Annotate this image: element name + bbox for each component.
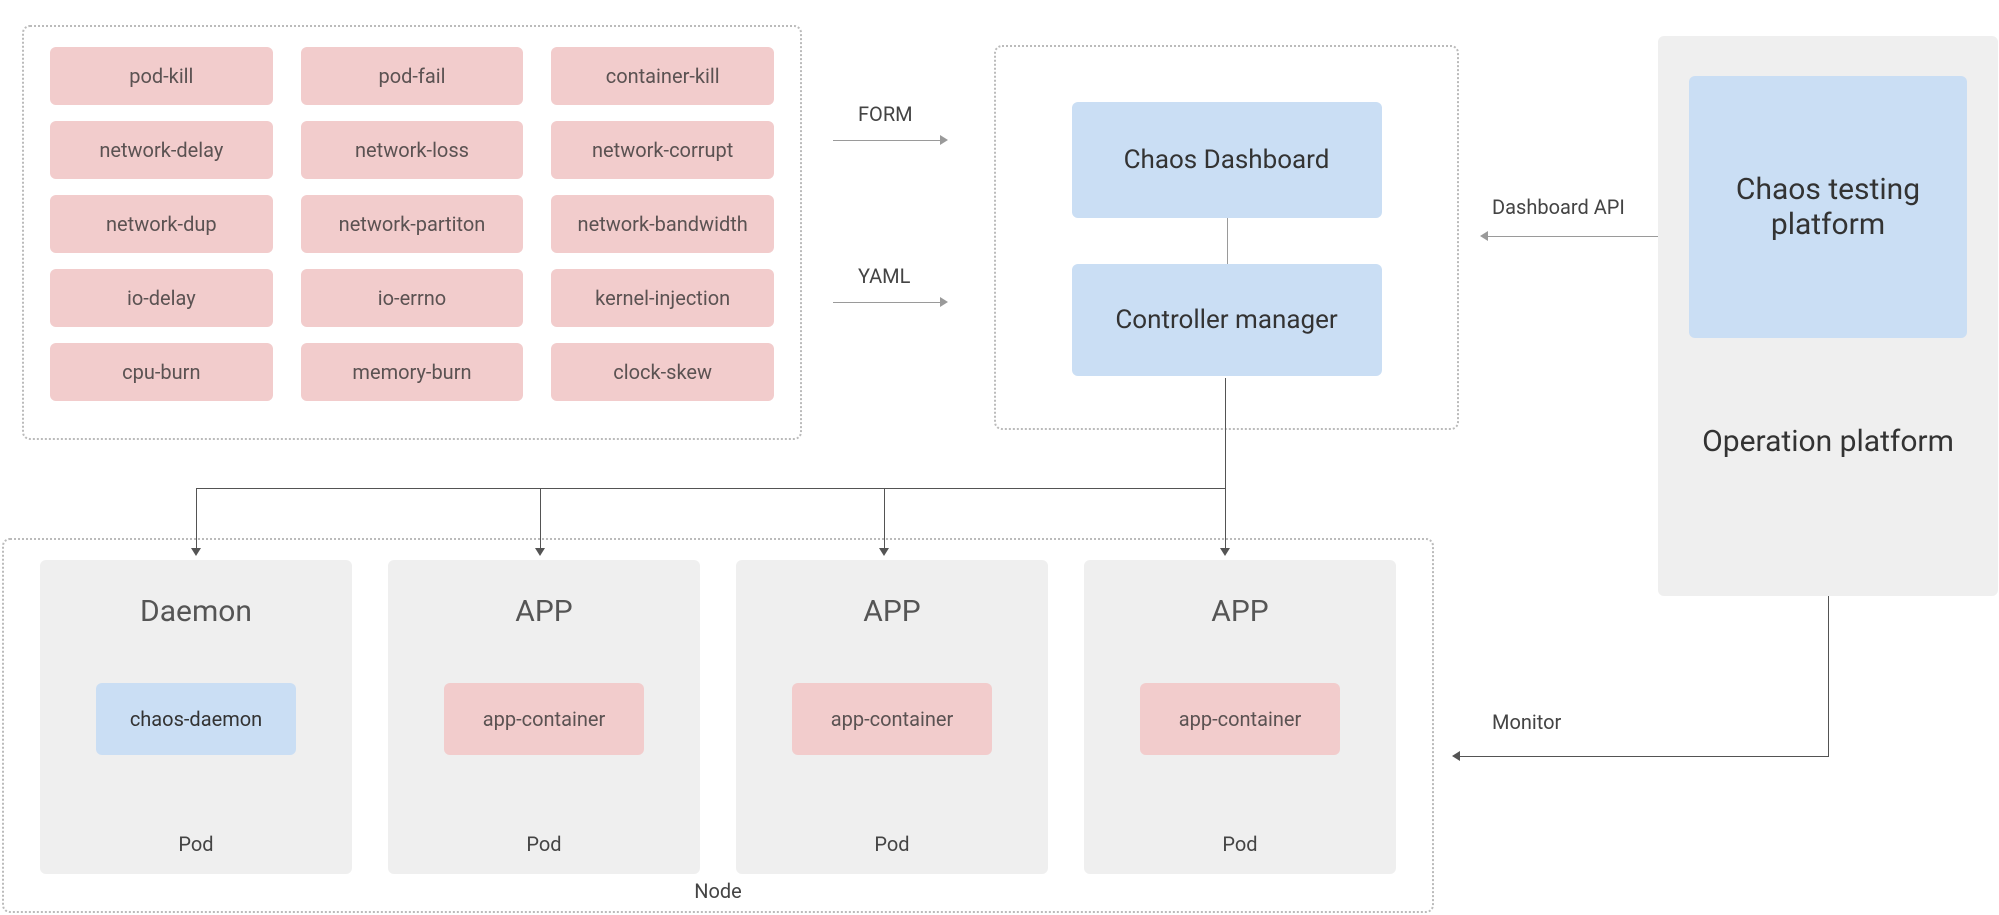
line-bus [196,488,1226,489]
pod-app-3: APP app-container Pod [1084,560,1396,874]
arrow-yaml [833,302,943,303]
action-clock-skew: clock-skew [551,343,774,401]
action-container-kill: container-kill [551,47,774,105]
action-network-bandwidth: network-bandwidth [551,195,774,253]
pod-row: Daemon chaos-daemon Pod APP app-containe… [40,560,1396,874]
line-monitor-v [1828,596,1829,756]
pod-title-app-3: APP [1211,594,1268,629]
arrow-form-head [940,135,948,145]
controller-group: Chaos Dashboard Controller manager [994,45,1459,430]
arrow-yaml-head [940,297,948,307]
operation-platform-box: Chaos testing platform Operation platfor… [1658,36,1998,596]
pod-label-2: Pod [526,832,561,856]
container-app-2: app-container [792,683,992,755]
pod-title-app-1: APP [515,594,572,629]
pod-app-2: APP app-container Pod [736,560,1048,874]
node-label: Node [694,879,742,903]
action-network-dup: network-dup [50,195,273,253]
pod-title-daemon: Daemon [140,594,252,629]
node-group: Daemon chaos-daemon Pod APP app-containe… [2,538,1434,913]
label-form: FORM [858,102,913,126]
arrow-dash-api-head [1480,231,1488,241]
container-app-3: app-container [1140,683,1340,755]
action-network-partition: network-partiton [301,195,524,253]
controller-manager-box: Controller manager [1072,264,1382,376]
label-yaml: YAML [858,264,910,288]
operation-platform-label: Operation platform [1702,424,1954,459]
chaos-actions-group: pod-kill pod-fail container-kill network… [22,25,802,440]
pod-label-3: Pod [874,832,909,856]
action-network-corrupt: network-corrupt [551,121,774,179]
pod-app-1: APP app-container Pod [388,560,700,874]
arrow-dash-api [1488,236,1658,237]
arrow-dash-to-ctrl [1227,218,1228,264]
line-ctrl-down [1225,378,1226,488]
container-chaos-daemon: chaos-daemon [96,683,296,755]
arrow-form [833,140,943,141]
container-app-1: app-container [444,683,644,755]
pod-daemon: Daemon chaos-daemon Pod [40,560,352,874]
action-network-delay: network-delay [50,121,273,179]
action-kernel-injection: kernel-injection [551,269,774,327]
pod-label-4: Pod [1222,832,1257,856]
label-dashboard-api: Dashboard API [1492,195,1625,219]
action-io-errno: io-errno [301,269,524,327]
label-monitor: Monitor [1492,710,1561,734]
line-monitor-head [1452,751,1460,761]
pod-title-app-2: APP [863,594,920,629]
action-pod-kill: pod-kill [50,47,273,105]
action-memory-burn: memory-burn [301,343,524,401]
pod-label-1: Pod [178,832,213,856]
action-network-loss: network-loss [301,121,524,179]
action-io-delay: io-delay [50,269,273,327]
line-monitor-h [1460,756,1829,757]
chaos-testing-platform-box: Chaos testing platform [1689,76,1967,338]
action-cpu-burn: cpu-burn [50,343,273,401]
chaos-dashboard-box: Chaos Dashboard [1072,102,1382,218]
action-pod-fail: pod-fail [301,47,524,105]
